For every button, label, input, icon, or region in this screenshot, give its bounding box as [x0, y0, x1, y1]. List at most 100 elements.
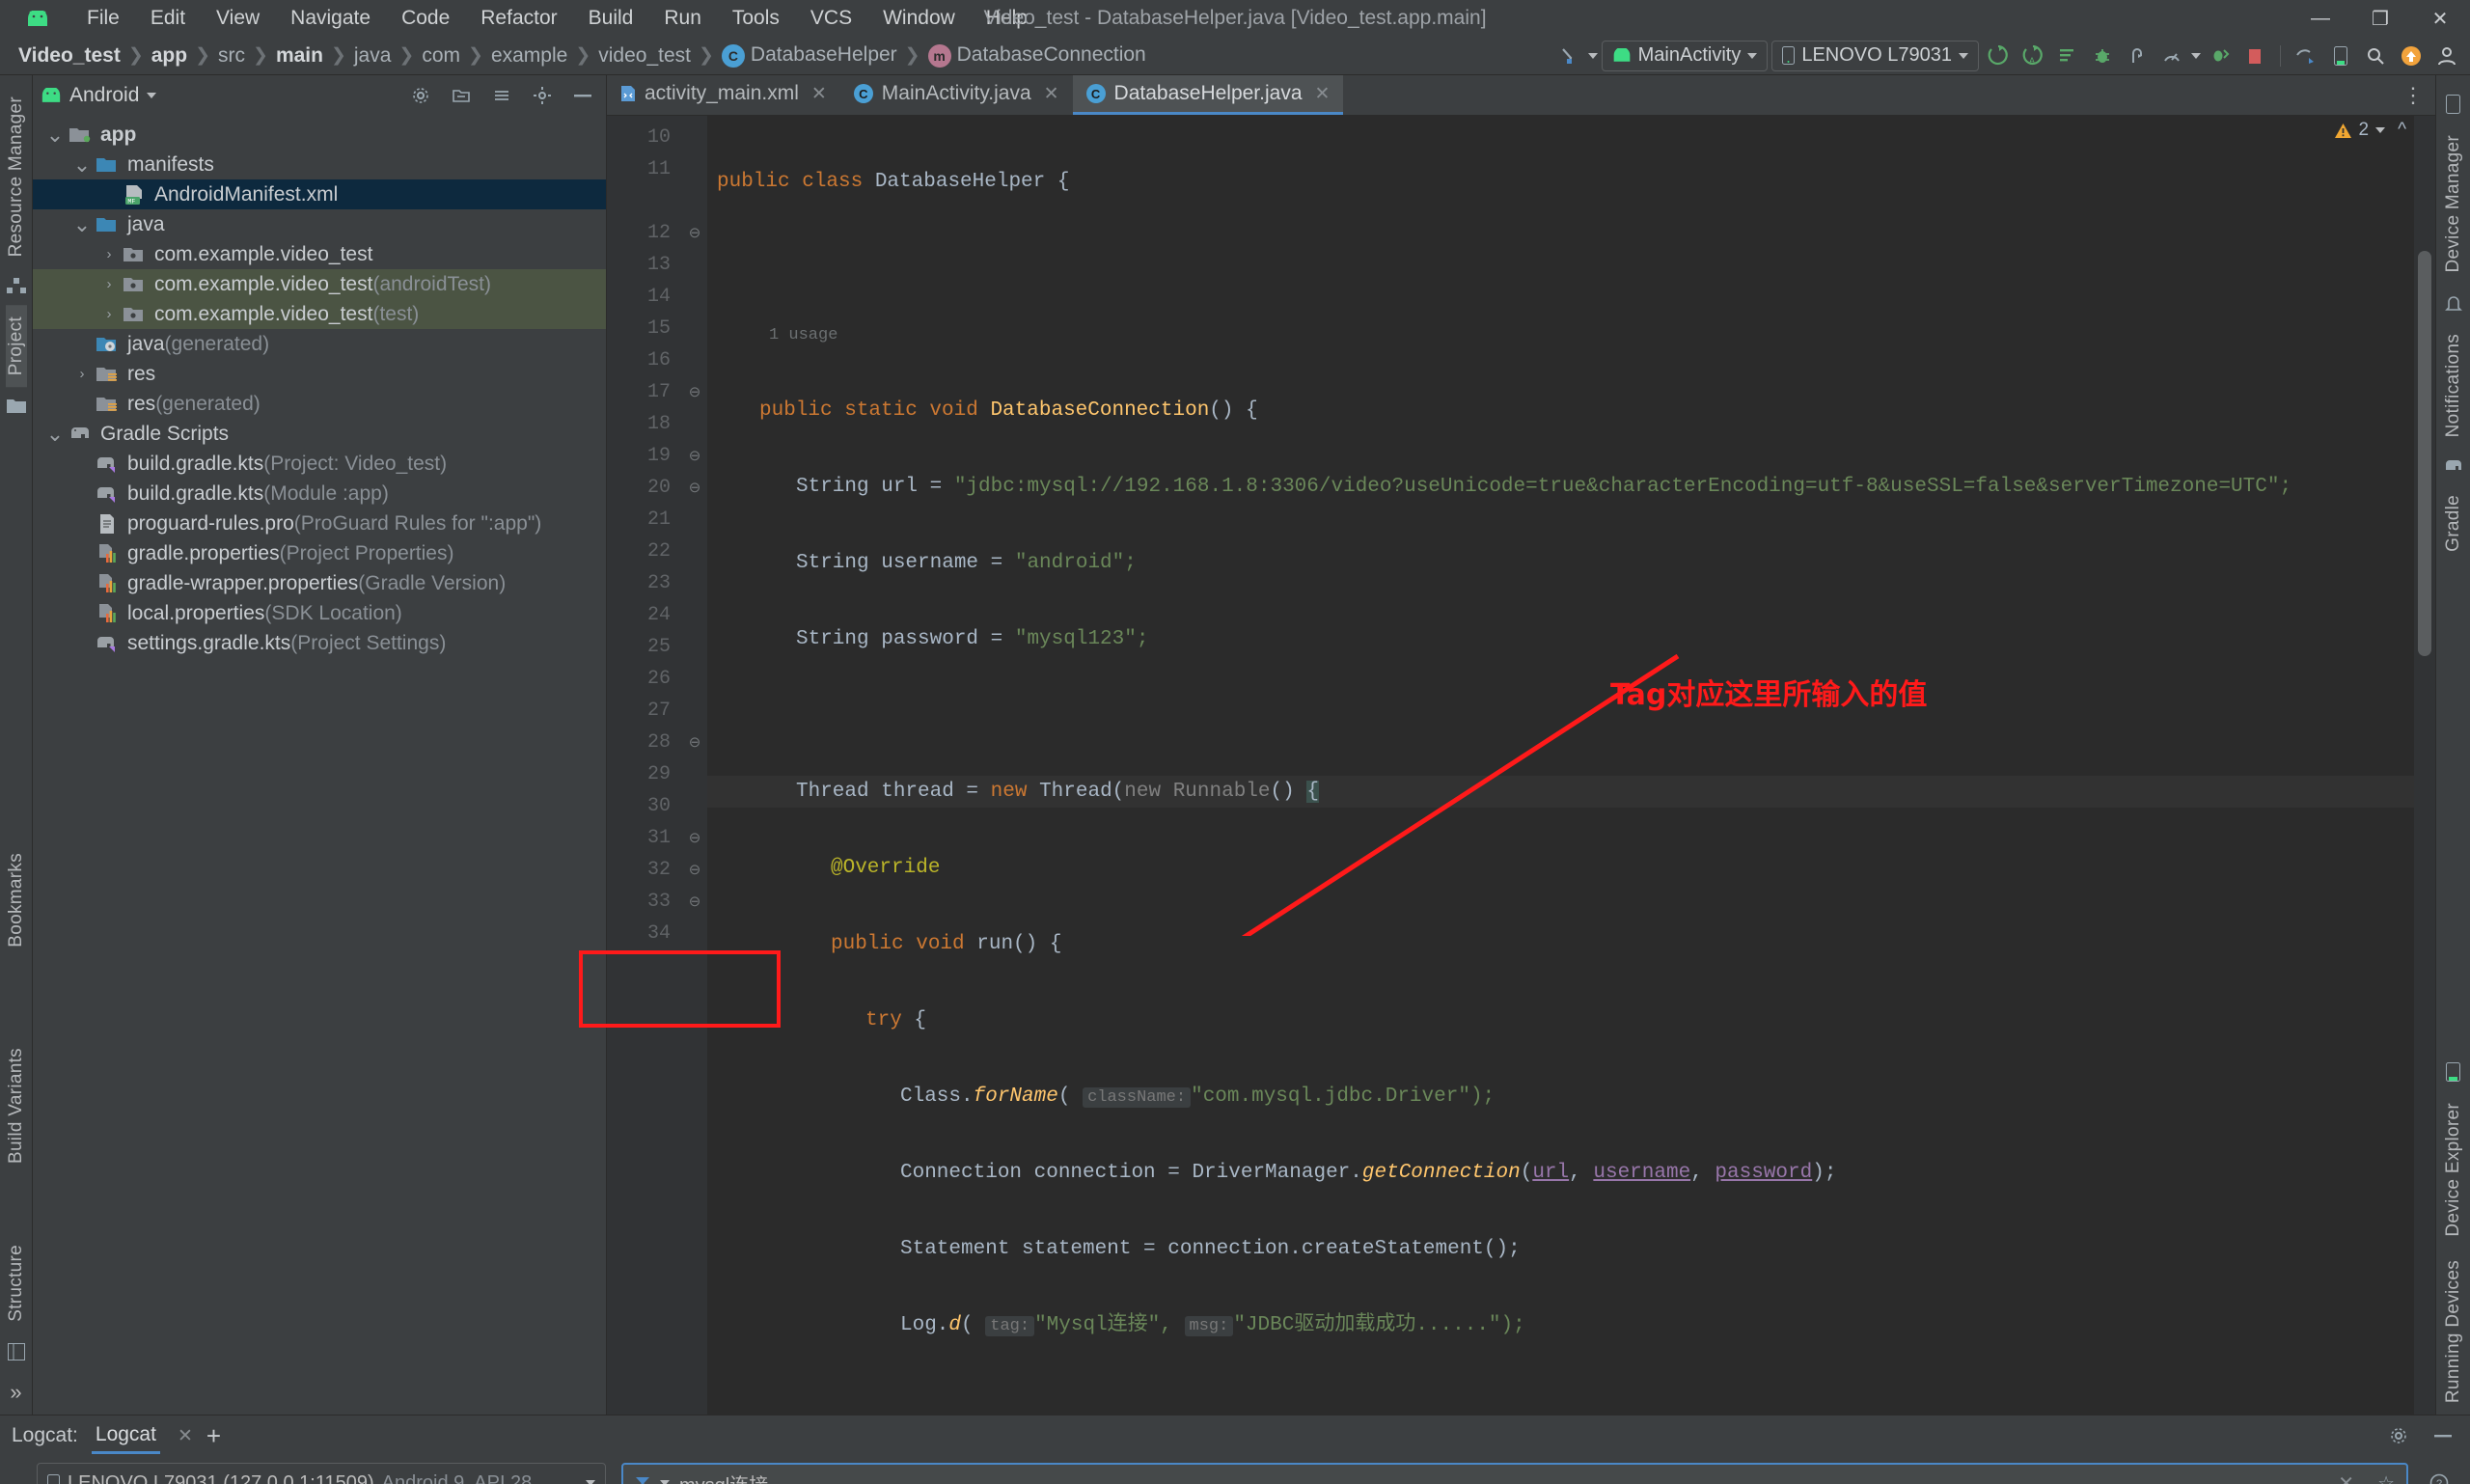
chevron-right-icon[interactable]: › [96, 246, 122, 262]
rail-item-gradle[interactable]: Gradle [2443, 483, 2464, 563]
chevron-down-icon[interactable] [147, 93, 157, 98]
filter-dropdown-icon[interactable] [660, 1480, 670, 1484]
breadcrumb-item-main[interactable]: main [271, 44, 328, 68]
rail-item-project[interactable]: Project [5, 305, 27, 388]
logcat-add-tab-button[interactable]: + [206, 1421, 221, 1451]
tab-mainactivity-java[interactable]: C MainActivity.java ✕ [840, 75, 1073, 115]
tree-item-local-properties[interactable]: local.properties (SDK Location) [33, 598, 606, 628]
menu-vcs[interactable]: VCS [795, 4, 867, 33]
inspection-warning-indicator[interactable]: 2 ^ [2334, 120, 2406, 141]
tree-item-res[interactable]: res (generated) [33, 389, 606, 419]
project-tree[interactable]: ⌄ app ⌄ manifests MF AndroidManifest.xml ⌄ java… [33, 116, 606, 1415]
editor-tab-options-icon[interactable]: ⋮ [2391, 75, 2435, 115]
fold-toggle-icon[interactable]: ⊖ [682, 440, 707, 472]
chevron-down-icon[interactable]: ⌄ [42, 123, 68, 148]
tree-item-java[interactable]: java (generated) [33, 329, 606, 359]
tree-item-java[interactable]: ⌄ java [33, 209, 606, 239]
project-folder-icon[interactable] [6, 398, 26, 413]
logcat-help-icon[interactable]: ? [2424, 1468, 2455, 1484]
close-icon[interactable]: ✕ [1044, 83, 1059, 105]
tree-item-com-example-video-test[interactable]: › com.example.video_test (androidTest) [33, 269, 606, 299]
menu-code[interactable]: Code [386, 4, 465, 33]
chevron-down-icon[interactable] [1959, 52, 1968, 59]
rail-item-device-manager[interactable]: Device Manager [2443, 124, 2464, 285]
tree-item-gradle-scripts[interactable]: ⌄ Gradle Scripts [33, 419, 606, 449]
rail-item-resource-manager[interactable]: Resource Manager [6, 85, 27, 268]
chevron-down-icon[interactable] [2375, 127, 2386, 133]
rail-item-structure[interactable]: Structure [6, 1233, 27, 1333]
logcat-minimize-icon[interactable] [2428, 1420, 2458, 1451]
fold-toggle-icon[interactable]: ⊖ [682, 822, 707, 854]
fold-toggle-icon[interactable]: ⊖ [682, 854, 707, 886]
main-toolbar[interactable]: MainActivity LENOVO L79031 A [1553, 40, 2462, 71]
project-view-selector[interactable]: Android [41, 84, 157, 107]
tree-item-com-example-video-test[interactable]: › com.example.video_test [33, 239, 606, 269]
tree-item-androidmanifest-xml[interactable]: MF AndroidManifest.xml [33, 179, 606, 209]
fold-toggle-icon[interactable]: ⊖ [682, 472, 707, 504]
close-icon[interactable]: ✕ [1315, 83, 1331, 105]
make-project-icon[interactable] [1553, 41, 1584, 71]
apply-changes-icon[interactable]: A [2017, 41, 2048, 71]
breadcrumb[interactable]: Video_test ❯ app ❯ src ❯ main ❯ java ❯ c… [14, 43, 1151, 68]
logcat-tab[interactable]: Logcat [91, 1417, 160, 1454]
settings-gear-icon[interactable] [405, 80, 436, 111]
close-icon[interactable]: ✕ [178, 1425, 193, 1447]
rail-item-bookmarks[interactable]: Bookmarks [6, 841, 27, 959]
chevron-right-icon[interactable]: › [96, 276, 122, 292]
chevron-up-icon[interactable]: ^ [2398, 120, 2406, 141]
left-tool-rail[interactable]: Resource Manager Project Bookmarks Build… [0, 75, 33, 1415]
expand-rail-icon[interactable]: » [10, 1380, 21, 1405]
source-code[interactable]: public class DatabaseHelper { 1 usage pu… [707, 116, 2414, 1415]
hide-panel-icon[interactable] [567, 80, 598, 111]
menu-run[interactable]: Run [648, 4, 717, 33]
fold-toggle-icon[interactable]: ⊖ [682, 376, 707, 408]
tree-item-build-gradle-kts[interactable]: build.gradle.kts (Module :app) [33, 479, 606, 508]
breadcrumb-item-video-test[interactable]: Video_test [14, 44, 125, 68]
sync-gradle-icon[interactable] [2291, 41, 2321, 71]
device-manager-icon[interactable] [2446, 95, 2460, 114]
gradle-elephant-icon[interactable] [2444, 458, 2463, 474]
tree-item-gradle-wrapper-properties[interactable]: gradle-wrapper.properties (Gradle Versio… [33, 568, 606, 598]
chevron-down-icon[interactable] [586, 1480, 595, 1484]
tree-item-proguard-rules-pro[interactable]: proguard-rules.pro (ProGuard Rules for "… [33, 508, 606, 538]
attach-debugger-icon[interactable] [2122, 41, 2153, 71]
debug-icon[interactable] [2087, 41, 2118, 71]
right-tool-rail[interactable]: Device Manager Notifications Gradle Devi… [2435, 75, 2470, 1415]
menu-view[interactable]: View [201, 4, 275, 33]
menu-refactor[interactable]: Refactor [465, 4, 572, 33]
chevron-down-icon[interactable]: ⌄ [42, 422, 68, 447]
logcat-device-selector[interactable]: LENOVO L79031 (127.0.0.1:11509) Android … [37, 1463, 606, 1484]
rail-item-build-variants[interactable]: Build Variants [6, 1036, 27, 1175]
breadcrumb-item-class[interactable]: C DatabaseHelper [717, 43, 902, 68]
breadcrumb-item-com[interactable]: com [417, 44, 465, 68]
breadcrumb-item-method[interactable]: m DatabaseConnection [923, 43, 1151, 68]
window-controls[interactable]: — ❐ ✕ [2291, 0, 2470, 37]
menu-navigate[interactable]: Navigate [275, 4, 386, 33]
chevron-right-icon[interactable]: › [69, 366, 95, 382]
menu-file[interactable]: File [71, 4, 135, 33]
breadcrumb-item-src[interactable]: src [213, 44, 250, 68]
menu-build[interactable]: Build [573, 4, 649, 33]
rail-item-notifications[interactable]: Notifications [2443, 322, 2464, 449]
options-icon[interactable] [527, 80, 558, 111]
profile-icon[interactable] [2156, 41, 2187, 71]
clear-query-icon[interactable]: ✕ [2338, 1471, 2354, 1484]
run-configuration-selector[interactable]: MainActivity [1601, 40, 1769, 71]
minimize-icon[interactable]: — [2291, 0, 2350, 37]
menu-help[interactable]: Help [971, 4, 1043, 33]
maximize-icon[interactable]: ❐ [2350, 0, 2410, 37]
profile-dropdown-icon[interactable] [2191, 52, 2201, 59]
close-icon[interactable]: ✕ [811, 83, 827, 105]
editor-scrollbar[interactable] [2414, 116, 2435, 1415]
make-dropdown-icon[interactable] [1587, 52, 1598, 59]
chevron-down-icon[interactable]: ⌄ [69, 212, 95, 237]
tree-item-settings-gradle-kts[interactable]: settings.gradle.kts (Project Settings) [33, 628, 606, 658]
menu-tools[interactable]: Tools [717, 4, 795, 33]
breadcrumb-item-java[interactable]: java [349, 44, 397, 68]
rail-item-device-explorer[interactable]: Device Explorer [2443, 1091, 2464, 1249]
logcat-query-value[interactable]: mysql连接 [679, 1470, 768, 1484]
editor-tab-bar[interactable]: activity_main.xml ✕ C MainActivity.java … [607, 75, 2435, 116]
menu-bar[interactable]: File Edit View Navigate Code Refactor Bu… [71, 4, 1043, 33]
favorite-filter-icon[interactable]: ☆ [2377, 1471, 2395, 1484]
breadcrumb-item-example[interactable]: example [486, 44, 572, 68]
